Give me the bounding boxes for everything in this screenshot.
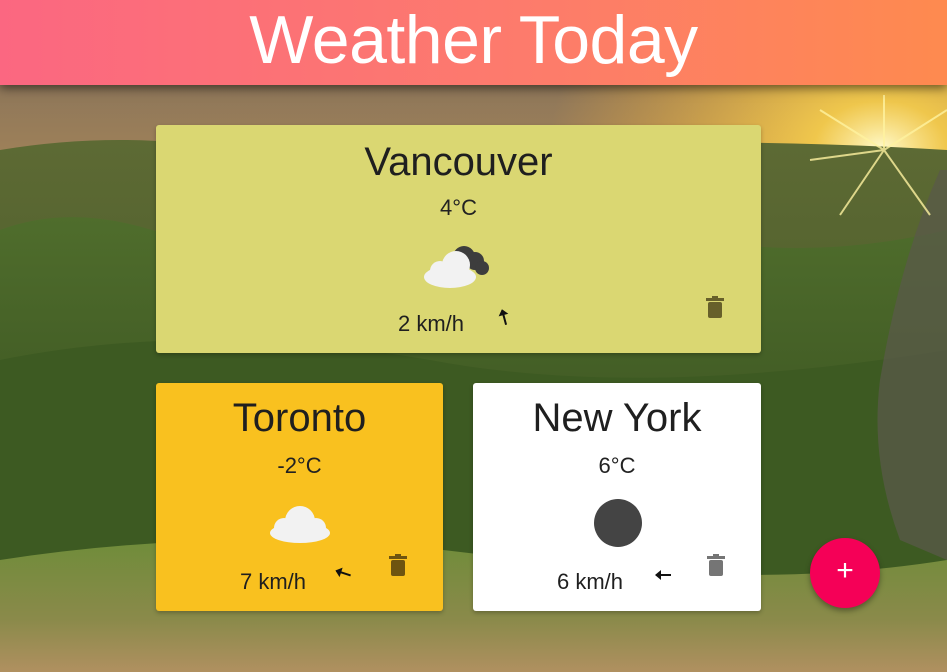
temperature: -2°C (277, 453, 322, 478)
city-name: Vancouver (364, 140, 553, 184)
delete-trash-icon[interactable] (706, 296, 724, 318)
wind-direction-arrow-icon (498, 309, 509, 325)
wind-direction-arrow-icon (655, 570, 671, 580)
page-title: Weather Today (249, 2, 698, 78)
plus-icon: + (836, 554, 854, 587)
wind-speed: 6 km/h (557, 569, 624, 594)
wind-speed: 7 km/h (240, 569, 307, 594)
app-header: Weather Today (0, 0, 947, 85)
city-name: Toronto (232, 396, 367, 440)
temperature: 4°C (440, 195, 477, 220)
app-root: Weather Today Vancouver 4°C 2 km/h Toron… (0, 0, 947, 672)
temperature: 6°C (598, 453, 636, 478)
weather-card-new-york: New York 6°C 6 km/h (473, 383, 761, 611)
add-city-button[interactable]: + (810, 538, 880, 608)
wind-speed: 2 km/h (398, 311, 465, 336)
partly-cloudy-icon (424, 246, 489, 288)
weather-card-toronto: Toronto -2°C 7 km/h (156, 383, 443, 611)
cloud-icon (270, 506, 330, 543)
weather-card-vancouver: Vancouver 4°C 2 km/h (156, 125, 761, 353)
overcast-circle-icon (594, 499, 642, 547)
delete-trash-icon[interactable] (707, 554, 725, 576)
wind-direction-arrow-icon (335, 567, 351, 578)
delete-trash-icon[interactable] (389, 554, 407, 576)
city-name: New York (532, 396, 702, 440)
